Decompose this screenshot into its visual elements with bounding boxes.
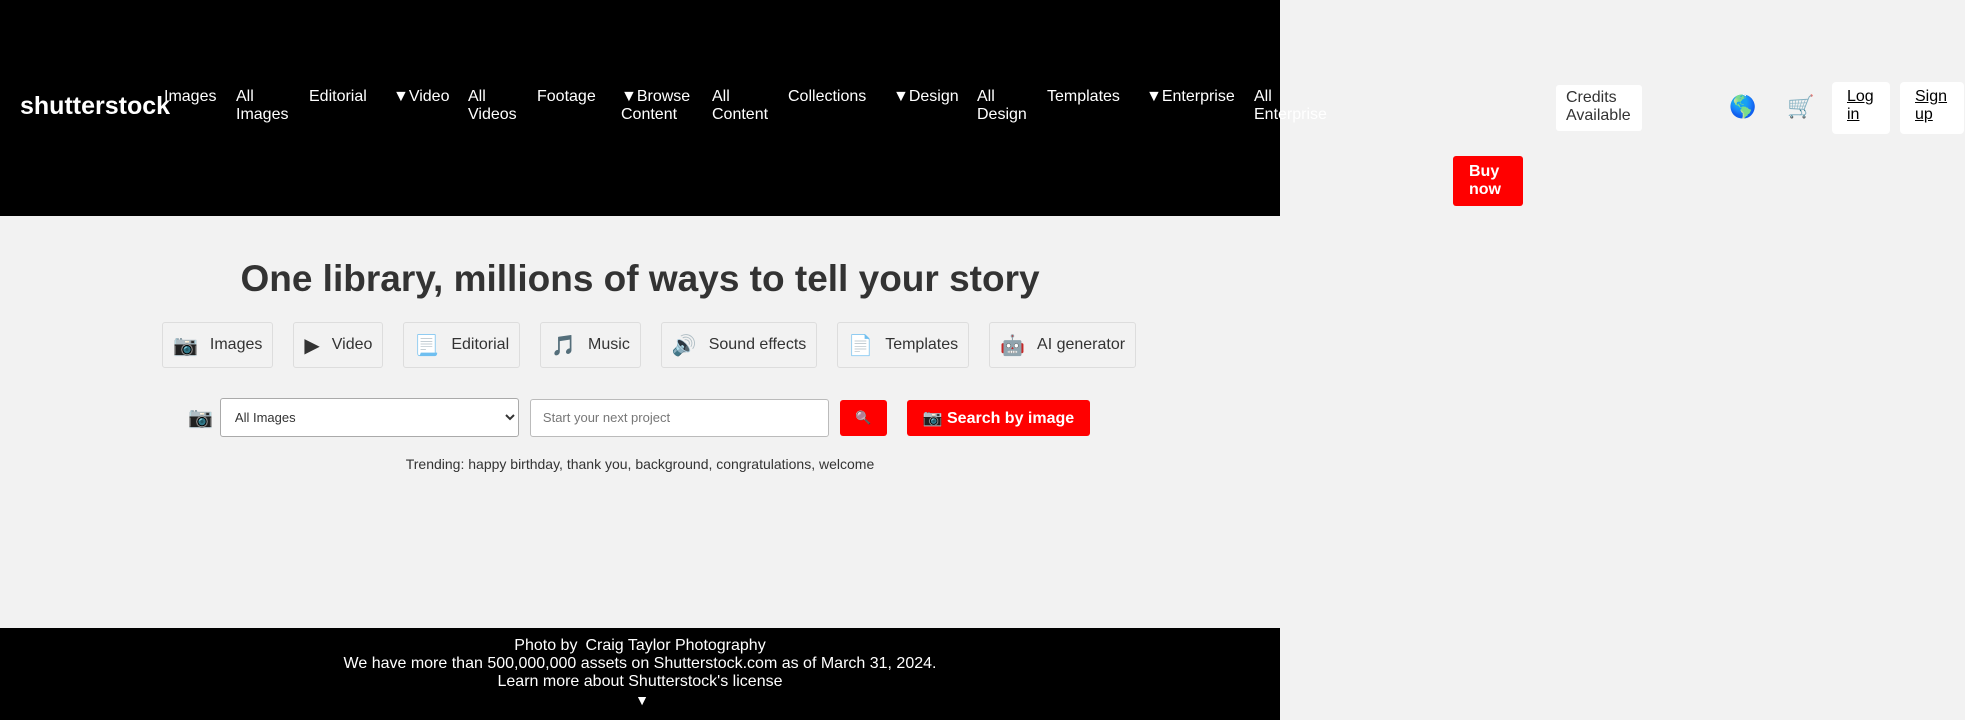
nav-templates[interactable]: Templates xyxy=(1047,88,1120,106)
trending-searches: Trending: happy birthday, thank you, bac… xyxy=(405,456,875,472)
tab-label: Templates xyxy=(885,336,959,353)
cart-icon[interactable]: 🛒 xyxy=(1787,94,1814,120)
page-headline: One library, millions of ways to tell yo… xyxy=(240,258,1040,299)
photo-credit: Photo by Craig Taylor Photography xyxy=(0,637,1280,655)
robot-icon: 🤖 xyxy=(1000,334,1026,357)
buy-now-button[interactable]: Buy now xyxy=(1453,156,1523,206)
heart-icon[interactable]: ♥ xyxy=(1764,97,1775,118)
nav-enterprise-toggle[interactable]: ▼Enterprise xyxy=(1146,88,1235,106)
log-in-button[interactable]: Log in xyxy=(1832,82,1890,134)
music-note-icon: 🎵 xyxy=(551,334,577,357)
nav-all-design[interactable]: All Design xyxy=(977,88,1027,124)
hero-footer: Photo by Craig Taylor Photography We have… xyxy=(0,628,1280,720)
play-icon: ▶ xyxy=(304,334,320,357)
tab-label: Sound effects xyxy=(708,336,807,353)
nav-footage[interactable]: Footage xyxy=(537,88,596,106)
photographer-link[interactable]: Craig Taylor Photography xyxy=(585,637,765,654)
nav-collections[interactable]: Collections xyxy=(788,88,866,106)
tab-label: Music xyxy=(588,336,630,353)
tab-ai-generator[interactable]: 🤖 AI generator xyxy=(989,322,1137,368)
nav-all-enterprise[interactable]: All Enterprise xyxy=(1254,88,1334,124)
license-link[interactable]: Learn more about Shutterstock's license xyxy=(0,673,1280,691)
camera-icon: 📷 xyxy=(173,334,198,357)
search-by-image-button[interactable]: 📷 Search by image xyxy=(906,399,1090,436)
asset-type-select[interactable]: All Images xyxy=(219,398,519,437)
nav-design-toggle[interactable]: ▼Design xyxy=(893,88,959,106)
speaker-icon: 🔊 xyxy=(671,334,697,357)
brand-logo[interactable]: shutterstock xyxy=(20,92,170,121)
pricing-link[interactable]: Pricing xyxy=(1661,98,1710,116)
chevron-down-icon[interactable]: ▼ xyxy=(4,691,1280,709)
tab-label: Editorial xyxy=(451,336,510,353)
tab-images[interactable]: 📷 Images xyxy=(162,322,274,368)
nav-video-toggle[interactable]: ▼Video xyxy=(393,88,449,106)
document-icon: 📃 xyxy=(414,334,440,357)
camera-icon: 📷 xyxy=(188,407,213,429)
nav-images[interactable]: Images xyxy=(164,88,216,106)
nav-solutions[interactable]: Solutions xyxy=(1347,88,1413,106)
search-input[interactable] xyxy=(529,398,829,437)
nav-all-images[interactable]: All Images xyxy=(236,88,288,124)
photo-by-label: Photo by xyxy=(514,637,578,654)
search-bar: 📷 All Images 🔍 📷 Search by image xyxy=(188,398,1090,437)
page-icon: 📄 xyxy=(848,334,874,357)
tab-label: Video xyxy=(331,336,373,353)
nav-editorial[interactable]: Editorial xyxy=(309,88,367,106)
credits-available[interactable]: Credits Available xyxy=(1556,85,1642,131)
tab-music[interactable]: 🎵 Music xyxy=(540,322,641,368)
tab-editorial[interactable]: 📃 Editorial xyxy=(403,322,521,368)
sign-up-button[interactable]: Sign up xyxy=(1900,82,1964,134)
assets-statement: We have more than 500,000,000 assets on … xyxy=(343,655,937,672)
nav-browse-content-toggle[interactable]: ▼Browse Content xyxy=(621,88,691,124)
search-button[interactable]: 🔍 xyxy=(839,399,887,436)
media-type-tabs: 📷 Images ▶ Video 📃 Editorial 🎵 Music 🔊 S… xyxy=(162,322,1137,368)
credits-count: 0 xyxy=(1543,98,1552,115)
subscription-promo: Get 10 royalty-free image downloads each… xyxy=(1453,10,1539,153)
tab-templates[interactable]: 📄 Templates xyxy=(837,322,970,368)
tab-label: Images xyxy=(209,336,263,353)
tab-video[interactable]: ▶ Video xyxy=(293,322,384,368)
globe-icon[interactable]: 🌎 xyxy=(1729,94,1756,120)
nav-all-videos[interactable]: All Videos xyxy=(468,88,518,124)
tab-sound-effects[interactable]: 🔊 Sound effects xyxy=(660,322,818,368)
tab-label: AI generator xyxy=(1037,336,1126,353)
nav-all-content[interactable]: All Content xyxy=(712,88,768,124)
